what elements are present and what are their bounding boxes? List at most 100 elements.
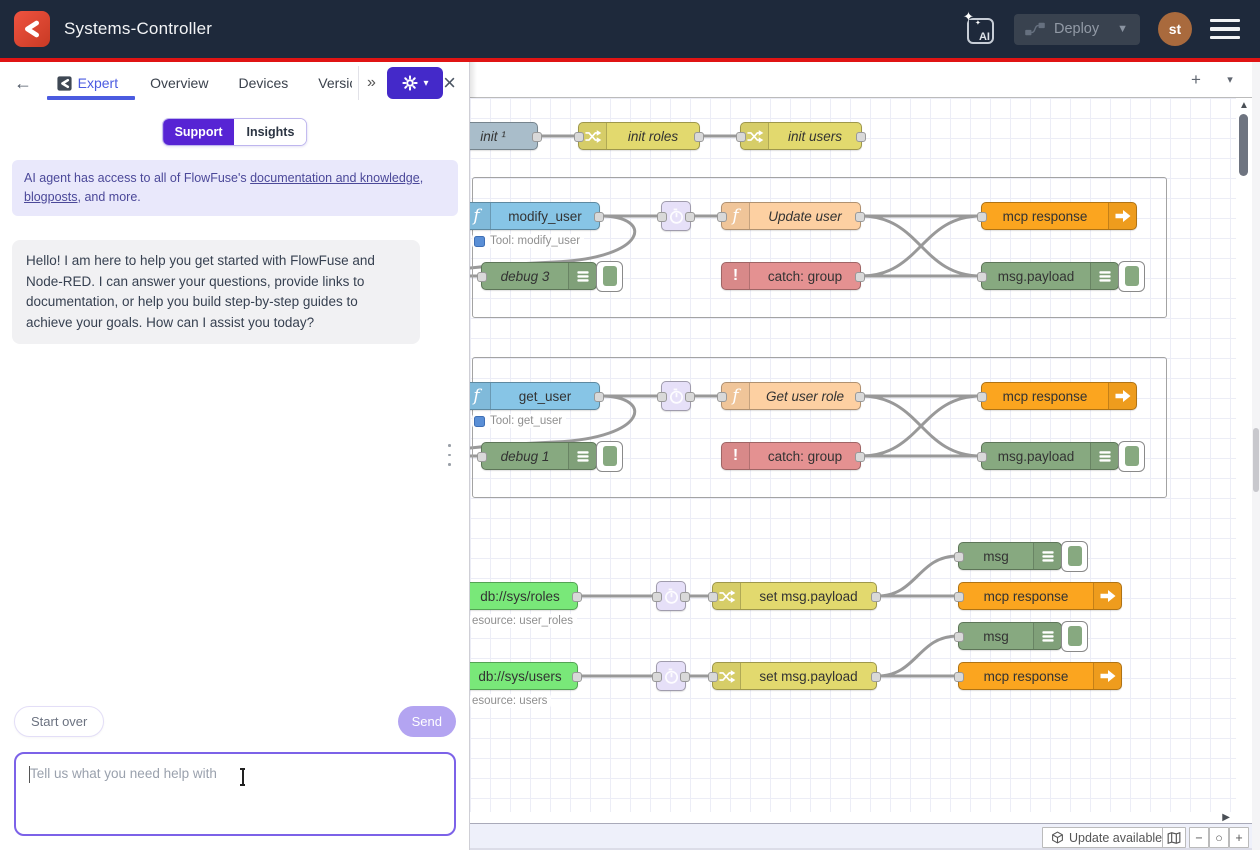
tab-devices[interactable]: Devices (238, 75, 288, 91)
node-output-port[interactable] (594, 392, 604, 402)
vertical-scrollbar[interactable]: ▲ (1236, 98, 1252, 812)
node-input-port[interactable] (717, 392, 727, 402)
node-input-port[interactable] (574, 132, 584, 142)
node-output-port[interactable] (685, 392, 695, 402)
flow-node-mcpB[interactable]: mcp response (958, 662, 1122, 690)
node-output-port[interactable] (594, 212, 604, 222)
hamburger-menu-button[interactable] (1210, 19, 1240, 40)
browser-scrollbar-thumb[interactable] (1253, 428, 1259, 492)
zoom-out-button[interactable]: − (1189, 827, 1209, 848)
node-output-port[interactable] (685, 212, 695, 222)
node-input-port[interactable] (954, 632, 964, 642)
debug-toggle-button[interactable] (1061, 621, 1088, 652)
debug-toggle-button[interactable] (1061, 541, 1088, 572)
start-over-button[interactable]: Start over (14, 706, 104, 737)
node-input-port[interactable] (477, 452, 487, 462)
node-input-port[interactable] (977, 392, 987, 402)
node-output-port[interactable] (532, 132, 542, 142)
node-input-port[interactable] (954, 552, 964, 562)
info-note-link[interactable]: documentation and knowledge (250, 171, 420, 185)
flow-wire[interactable] (877, 556, 958, 596)
node-input-port[interactable] (657, 212, 667, 222)
info-note-link[interactable]: blogposts (24, 190, 78, 204)
flow-node-delay1[interactable] (661, 201, 691, 231)
flow-node-msgA[interactable]: msg (958, 542, 1062, 570)
node-output-port[interactable] (680, 672, 690, 682)
debug-toggle-button[interactable] (596, 441, 623, 472)
flow-node-setA[interactable]: set msg.payload (712, 582, 877, 610)
scroll-up-icon[interactable]: ▲ (1239, 100, 1249, 111)
node-input-port[interactable] (477, 272, 487, 282)
flow-group[interactable] (472, 357, 1167, 498)
flow-node-db_users[interactable]: db://sys/users (470, 662, 578, 690)
node-input-port[interactable] (977, 272, 987, 282)
send-button[interactable]: Send (398, 706, 456, 737)
flow-node-catch1[interactable]: !catch: group (721, 262, 861, 290)
node-output-port[interactable] (856, 132, 866, 142)
debug-toggle-button[interactable] (1118, 261, 1145, 292)
flow-node-get_user_role[interactable]: fGet user role (721, 382, 861, 410)
panel-resize-handle[interactable] (448, 444, 451, 466)
flow-node-update_user[interactable]: fUpdate user (721, 202, 861, 230)
tab-overview[interactable]: Overview (150, 75, 208, 91)
node-input-port[interactable] (977, 452, 987, 462)
debug-toggle-button[interactable] (596, 261, 623, 292)
node-input-port[interactable] (954, 672, 964, 682)
node-input-port[interactable] (657, 392, 667, 402)
horizontal-scrollbar[interactable]: ▶ (470, 812, 1236, 823)
flow-node-db_roles[interactable]: db://sys/roles (470, 582, 578, 610)
update-available-button[interactable]: Update available (1042, 827, 1171, 848)
tab-version-history[interactable]: Versic (318, 75, 352, 91)
avatar[interactable]: st (1158, 12, 1192, 46)
flow-node-debug3[interactable]: debug 3 (481, 262, 597, 290)
settings-dropdown-button[interactable]: ▾ (387, 67, 443, 99)
back-arrow-button[interactable]: ← (14, 73, 35, 94)
node-output-port[interactable] (694, 132, 704, 142)
node-input-port[interactable] (717, 212, 727, 222)
flow-node-modify_user[interactable]: fmodify_user (470, 202, 600, 230)
add-flow-button[interactable]: + (1182, 68, 1210, 92)
ai-assistant-button[interactable]: ✦ ✦ AI (964, 13, 996, 45)
flow-node-msgp2[interactable]: msg.payload (981, 442, 1119, 470)
flow-node-init_roles[interactable]: init roles (578, 122, 700, 150)
node-output-port[interactable] (572, 672, 582, 682)
close-panel-button[interactable]: × (443, 72, 456, 94)
node-output-port[interactable] (572, 592, 582, 602)
node-output-port[interactable] (680, 592, 690, 602)
vertical-scrollbar-thumb[interactable] (1239, 114, 1248, 176)
flow-node-mcpA[interactable]: mcp response (958, 582, 1122, 610)
flow-node-msgp1[interactable]: msg.payload (981, 262, 1119, 290)
node-output-port[interactable] (855, 452, 865, 462)
debug-toggle-button[interactable] (1118, 441, 1145, 472)
flow-list-button[interactable]: ▾ (1218, 68, 1242, 92)
flow-node-delay2[interactable] (661, 381, 691, 411)
zoom-reset-button[interactable]: ○ (1209, 827, 1229, 848)
tab-overflow-button[interactable]: » (367, 74, 375, 92)
flow-node-msgB[interactable]: msg (958, 622, 1062, 650)
toggle-insights[interactable]: Insights (235, 119, 307, 145)
node-output-port[interactable] (855, 272, 865, 282)
node-output-port[interactable] (871, 592, 881, 602)
node-input-port[interactable] (708, 672, 718, 682)
flow-wire[interactable] (877, 636, 958, 676)
toggle-support[interactable]: Support (163, 119, 235, 145)
node-output-port[interactable] (855, 212, 865, 222)
flow-node-catch2[interactable]: !catch: group (721, 442, 861, 470)
flow-canvas[interactable]: init ¹init rolesinit usersfmodify_userfU… (470, 98, 1236, 812)
deploy-button[interactable]: Deploy ▼ (1014, 14, 1140, 45)
flow-node-get_user[interactable]: fget_user (470, 382, 600, 410)
flow-node-setB[interactable]: set msg.payload (712, 662, 877, 690)
scroll-right-icon[interactable]: ▶ (1222, 812, 1230, 823)
tab-expert[interactable]: Expert (57, 75, 118, 91)
node-output-port[interactable] (855, 392, 865, 402)
browser-scrollbar[interactable] (1252, 62, 1260, 850)
node-input-port[interactable] (708, 592, 718, 602)
zoom-in-button[interactable]: + (1229, 827, 1249, 848)
flow-node-delay3[interactable] (656, 581, 686, 611)
flow-node-debug1[interactable]: debug 1 (481, 442, 597, 470)
flow-node-delay4[interactable] (656, 661, 686, 691)
flow-node-init_users[interactable]: init users (740, 122, 862, 150)
chat-input[interactable] (14, 752, 456, 836)
node-input-port[interactable] (977, 212, 987, 222)
minimap-button[interactable] (1162, 827, 1186, 848)
